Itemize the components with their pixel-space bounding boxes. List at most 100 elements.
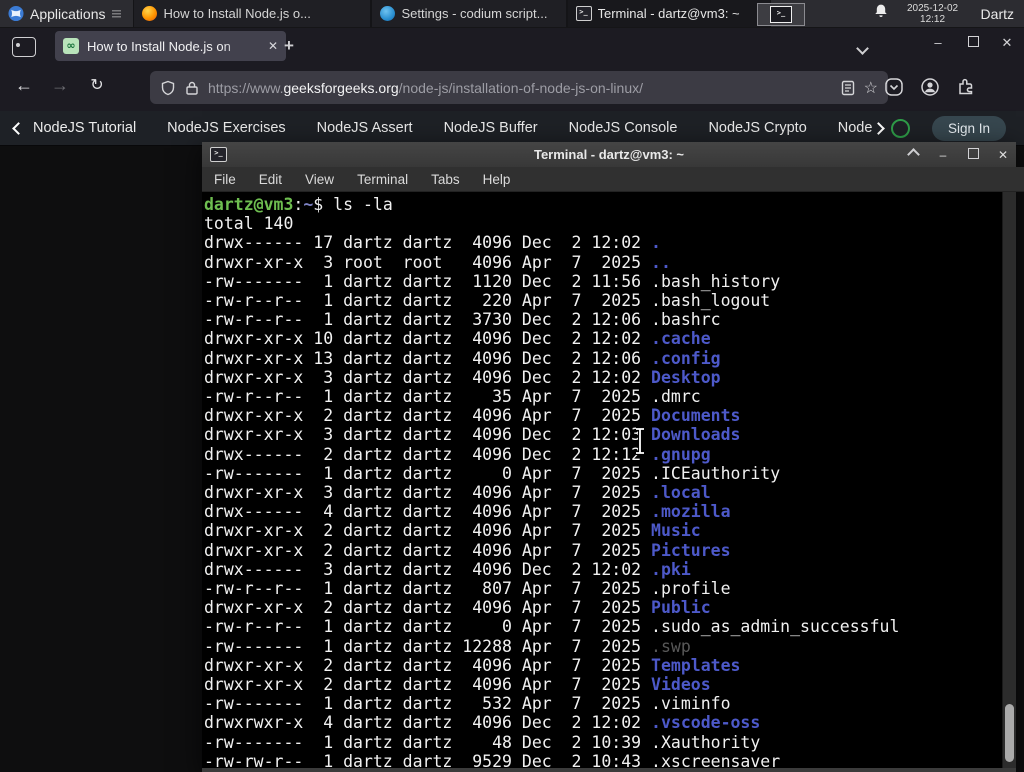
file-name: .sudo_as_admin_successful xyxy=(651,617,900,637)
nav-item[interactable]: NodeJS Tutorial xyxy=(33,120,136,136)
window-minimize-button[interactable]: – xyxy=(927,35,949,50)
file-name: Public xyxy=(651,598,711,618)
terminal-minimize-button[interactable]: – xyxy=(936,148,950,162)
pocket-icon[interactable] xyxy=(884,77,904,102)
window-maximize-button[interactable] xyxy=(962,35,984,50)
terminal-close-button[interactable]: ✕ xyxy=(996,148,1010,162)
account-icon[interactable] xyxy=(920,77,940,102)
file-meta: -rw------- 1 dartz dartz 0 Apr 7 2025 xyxy=(204,463,652,483)
user-label[interactable]: Dartz xyxy=(977,6,1018,22)
reload-button[interactable]: ↻ xyxy=(84,75,110,95)
panel-window-button[interactable]: >_ Terminal - dartz@vm3: ~ xyxy=(566,0,771,27)
window-button-label: Terminal - dartz@vm3: ~ xyxy=(597,6,740,21)
forward-button[interactable]: → xyxy=(47,75,73,96)
nav-scroll-right-icon[interactable] xyxy=(872,121,885,135)
applications-menu-button[interactable]: Applications xyxy=(0,0,129,27)
terminal-menu-file[interactable]: File xyxy=(214,172,236,187)
file-name: .mozilla xyxy=(651,502,731,522)
terminal-menu-view[interactable]: View xyxy=(305,172,334,187)
nav-item[interactable]: NodeJS Buffer xyxy=(444,120,538,136)
terminal-maximize-button[interactable] xyxy=(966,147,980,162)
nav-item[interactable]: NodeJS Console xyxy=(569,120,678,136)
browser-tab-bar: ∞ How to Install Node.js on ✕ + – ✕ xyxy=(0,27,1024,65)
file-name: .bash_history xyxy=(651,271,781,291)
browser-tab[interactable]: ∞ How to Install Node.js on ✕ xyxy=(55,31,286,61)
file-name: .. xyxy=(651,252,671,272)
terminal-screen[interactable]: dartz@vm3:~$ ls -la total 140 drwx------ 1… xyxy=(204,192,1003,768)
file-meta: drwxr-xr-x 13 dartz dartz 4096 Dec 2 12:… xyxy=(204,348,652,368)
window-close-button[interactable]: ✕ xyxy=(996,35,1018,51)
notification-bell-icon[interactable] xyxy=(873,3,889,24)
file-name: .vscode-oss xyxy=(651,713,761,733)
file-meta: -rw------- 1 dartz dartz 532 Apr 7 2025 xyxy=(204,694,652,714)
terminal-title-bar[interactable]: >_ Terminal - dartz@vm3: ~ – ✕ xyxy=(202,142,1016,167)
terminal-output-line: drwxr-xr-x 2 dartz dartz 4096 Apr 7 2025… xyxy=(204,598,1003,617)
workspace-pager[interactable]: >_ xyxy=(757,3,805,26)
site-nav-items: NodeJS Tutorial NodeJS Exercises NodeJS As… xyxy=(33,120,872,136)
prompt-cwd: ~ xyxy=(303,195,314,214)
new-tab-button[interactable]: + xyxy=(284,36,294,56)
geeksforgeeks-favicon: ∞ xyxy=(63,38,79,54)
url-path: /node-js/installation-of-node-js-on-linu… xyxy=(398,79,643,96)
file-name: Pictures xyxy=(651,540,731,560)
scrollbar-thumb[interactable] xyxy=(1005,704,1014,762)
terminal-output-line: -rw-r--r-- 1 dartz dartz 35 Apr 7 2025 .… xyxy=(204,387,1003,406)
file-meta: -rw------- 1 dartz dartz 48 Dec 2 10:39 xyxy=(204,732,652,752)
clock-date: 2025-12-02 xyxy=(906,2,959,14)
file-name: Documents xyxy=(651,406,741,426)
panel-window-button[interactable]: Settings - codium script... xyxy=(370,0,567,27)
terminal-output-line: drwxr-xr-x 13 dartz dartz 4096 Dec 2 12:… xyxy=(204,349,1003,368)
url-text: https://www.geeksforgeeks.org/node-js/in… xyxy=(208,80,832,96)
sign-in-button[interactable]: Sign In xyxy=(931,115,1006,141)
system-tray: 2025-12-02 12:12 Dartz xyxy=(873,0,1024,27)
terminal-menu-terminal[interactable]: Terminal xyxy=(357,172,408,187)
window-button-label: Settings - codium script... xyxy=(401,6,548,21)
file-name: Videos xyxy=(651,675,711,695)
file-name: .dmrc xyxy=(651,387,701,407)
panel-window-button[interactable]: How to Install Node.js o... xyxy=(132,0,371,27)
extensions-icon[interactable] xyxy=(957,77,975,100)
terminal-output-line: drwxrwxr-x 4 dartz dartz 4096 Dec 2 12:0… xyxy=(204,713,1003,732)
site-nav-bar: NodeJS Tutorial NodeJS Exercises NodeJS As… xyxy=(0,111,1024,146)
panel-clock[interactable]: 2025-12-02 12:12 xyxy=(899,3,967,25)
terminal-window-icon: >_ xyxy=(210,147,227,162)
search-icon[interactable] xyxy=(890,118,910,138)
terminal-menu-help[interactable]: Help xyxy=(483,172,511,187)
terminal-shade-icon[interactable] xyxy=(906,147,920,162)
terminal-scrollbar[interactable] xyxy=(1002,192,1016,768)
reader-view-icon[interactable] xyxy=(841,80,855,96)
terminal-output-line: drwxr-xr-x 3 dartz dartz 4096 Dec 2 12:0… xyxy=(204,425,1003,444)
applications-label: Applications xyxy=(30,5,106,22)
terminal-output-line: -rw-r--r-- 1 dartz dartz 807 Apr 7 2025 … xyxy=(204,579,1003,598)
file-meta: drwx------ 17 dartz dartz 4096 Dec 2 12:… xyxy=(204,233,652,253)
file-meta: drwxr-xr-x 2 dartz dartz 4096 Apr 7 2025 xyxy=(204,521,652,541)
file-meta: drwxrwxr-x 4 dartz dartz 4096 Dec 2 12:0… xyxy=(204,713,652,733)
terminal-output-line: -rw-r--r-- 1 dartz dartz 0 Apr 7 2025 .s… xyxy=(204,617,1003,636)
file-meta: drwxr-xr-x 3 dartz dartz 4096 Apr 7 2025 xyxy=(204,483,652,503)
firefox-view-icon[interactable] xyxy=(12,37,36,57)
back-button[interactable]: ← xyxy=(11,75,37,96)
terminal-output-line: -rw------- 1 dartz dartz 12288 Apr 7 202… xyxy=(204,637,1003,656)
nav-item[interactable]: NodeJS Crypto xyxy=(708,120,806,136)
tab-close-icon[interactable]: ✕ xyxy=(268,39,278,53)
terminal-menu-tabs[interactable]: Tabs xyxy=(431,172,460,187)
nav-item[interactable]: NodeJS Exercises xyxy=(167,120,285,136)
url-bar[interactable]: https://www.geeksforgeeks.org/node-js/in… xyxy=(150,71,888,104)
list-all-tabs-icon[interactable] xyxy=(851,41,873,56)
prompt-user-host: dartz@vm3 xyxy=(204,195,294,214)
prompt-command: ls -la xyxy=(323,195,393,214)
bookmark-star-icon[interactable]: ☆ xyxy=(864,78,878,98)
lock-icon[interactable] xyxy=(185,80,199,96)
clock-time: 12:12 xyxy=(920,13,946,25)
nav-scroll-left-icon[interactable] xyxy=(12,121,25,135)
xubuntu-logo-icon xyxy=(8,5,24,22)
tab-title: How to Install Node.js on xyxy=(87,38,231,54)
nav-item[interactable]: NodeJS DNS xyxy=(838,120,872,136)
file-name: .viminfo xyxy=(651,694,731,714)
file-name: .bashrc xyxy=(651,310,721,330)
file-name: Music xyxy=(651,521,701,541)
tracking-shield-icon[interactable] xyxy=(160,80,176,96)
terminal-menu-edit[interactable]: Edit xyxy=(259,172,282,187)
file-name: .bash_logout xyxy=(651,291,771,311)
nav-item[interactable]: NodeJS Assert xyxy=(317,120,413,136)
